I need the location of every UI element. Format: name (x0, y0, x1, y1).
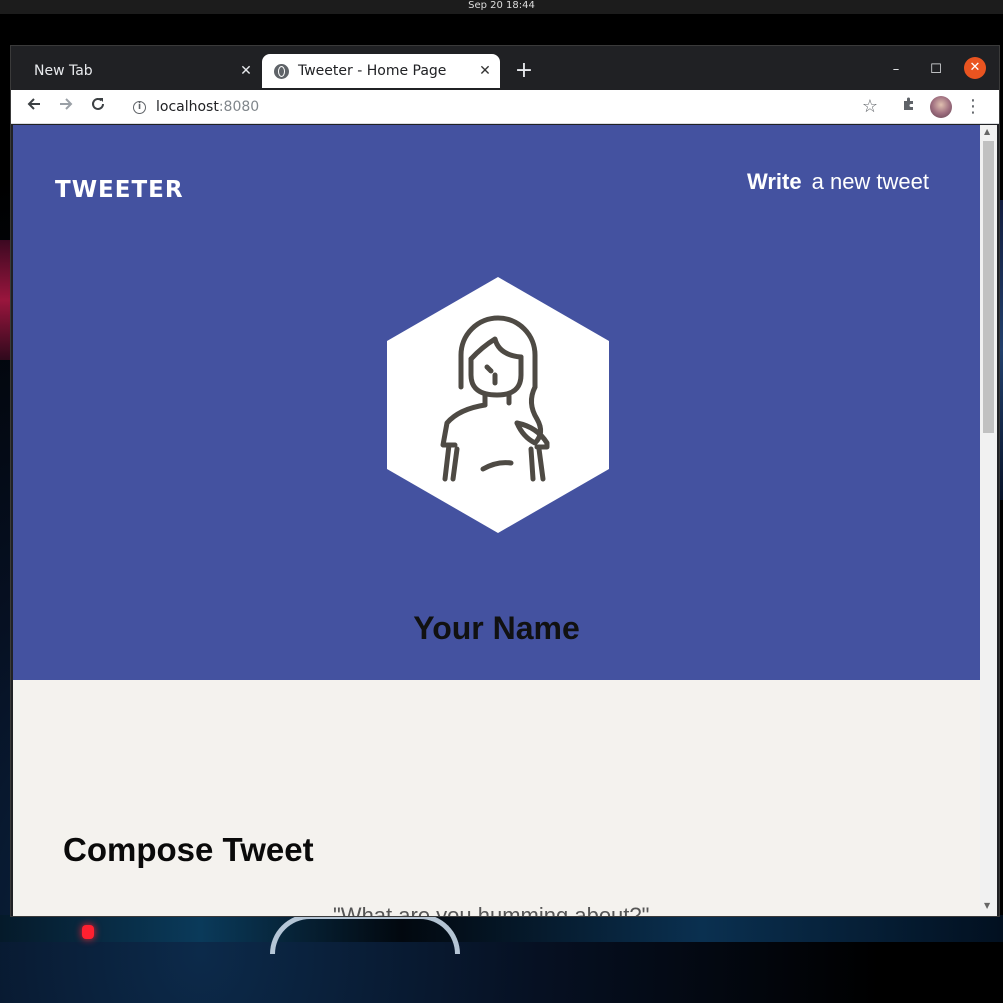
system-clock[interactable]: Sep 20 18:44 (468, 0, 535, 11)
tweet-text-input[interactable]: "What are you humming about?" (333, 903, 649, 916)
scroll-down-icon[interactable]: ▼ (984, 901, 990, 910)
scrollbar[interactable]: ▲ ▼ (980, 125, 997, 916)
browser-window: New Tab ✕ Tweeter - Home Page ✕ + – ☐ ✕ … (10, 45, 1000, 917)
puzzle-icon[interactable] (898, 94, 920, 120)
profile-avatar[interactable] (930, 96, 952, 118)
reload-button[interactable] (85, 94, 111, 120)
page-viewport: TWEETER Write a new tweet Your Name Comp… (13, 125, 980, 916)
arrow-right-icon (60, 98, 73, 110)
profile-name: Your Name (413, 610, 580, 646)
extensions-shape (904, 97, 913, 110)
scrollbar-thumb[interactable] (983, 141, 994, 433)
tab-title: New Tab (34, 63, 93, 79)
user-avatar-icon (387, 277, 609, 533)
close-icon[interactable]: ✕ (476, 62, 494, 80)
globe-icon (274, 63, 289, 79)
site-logo[interactable]: TWEETER (55, 177, 184, 203)
address-bar[interactable]: i localhost :8080 (121, 93, 887, 121)
arrow-left-icon (27, 98, 40, 110)
system-top-bar: Sep 20 18:44 (0, 0, 1003, 14)
tab-new-tab[interactable]: New Tab ✕ (21, 54, 261, 88)
tab-tweeter-home[interactable]: Tweeter - Home Page ✕ (262, 54, 500, 88)
close-icon[interactable]: ✕ (237, 62, 255, 80)
forward-button[interactable] (53, 94, 79, 120)
compose-title: Compose Tweet (63, 831, 314, 868)
reload-icon (92, 97, 104, 110)
scroll-up-icon[interactable]: ▲ (984, 127, 990, 136)
wallpaper-red-light (82, 925, 94, 939)
profile-header: TWEETER Write a new tweet Your Name (13, 125, 980, 680)
browser-toolbar: i localhost :8080 ☆ ⋮ (11, 90, 999, 124)
dots-vertical-icon[interactable]: ⋮ (963, 94, 983, 120)
wallpaper-bottom-strip (0, 915, 1003, 942)
write-label: Write (747, 169, 802, 194)
tab-strip: New Tab ✕ Tweeter - Home Page ✕ + – ☐ ✕ (11, 46, 999, 90)
url-port: :8080 (218, 99, 260, 115)
back-button[interactable] (21, 94, 47, 120)
tab-title: Tweeter - Home Page (298, 63, 447, 79)
window-close-button[interactable]: ✕ (964, 57, 986, 79)
new-tab-button[interactable]: + (511, 58, 537, 84)
info-icon[interactable]: i (133, 100, 146, 114)
minimize-button[interactable]: – (884, 58, 908, 82)
new-tweet-label: a new tweet (811, 169, 930, 194)
wallpaper-ring (270, 914, 460, 954)
maximize-button[interactable]: ☐ (924, 58, 948, 82)
star-icon[interactable]: ☆ (859, 94, 881, 120)
url-host: localhost (156, 99, 219, 115)
write-tweet-link[interactable]: Write a new tweet (747, 169, 929, 195)
